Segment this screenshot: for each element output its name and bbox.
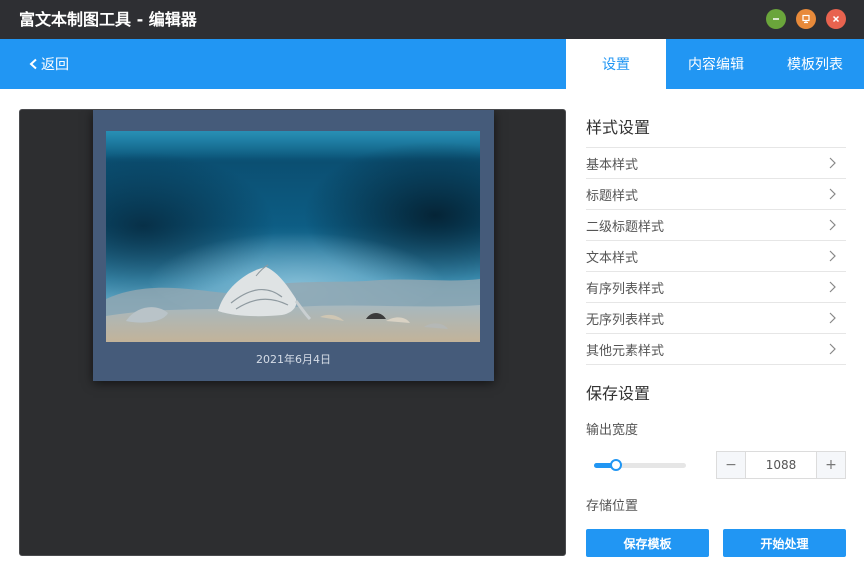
style-item-label: 有序列表样式	[586, 281, 665, 297]
start-processing-button[interactable]: 开始处理	[723, 529, 846, 557]
minimize-button[interactable]	[766, 9, 786, 29]
list-item[interactable]: 无序列表样式	[586, 303, 846, 334]
style-item-label: 无序列表样式	[586, 312, 665, 328]
list-item[interactable]: 其他元素样式	[586, 334, 846, 365]
chevron-right-icon	[829, 312, 836, 324]
save-settings-title: 保存设置	[586, 384, 651, 403]
list-item[interactable]: 文本样式	[586, 241, 846, 272]
style-item-label: 二级标题样式	[586, 219, 665, 235]
output-width-label: 输出宽度	[586, 423, 639, 438]
list-item[interactable]: 基本样式	[586, 148, 846, 179]
preview-canvas: 2021年6月4日	[19, 109, 566, 556]
tab-settings[interactable]: 设置	[566, 39, 666, 89]
list-item[interactable]: 二级标题样式	[586, 210, 846, 241]
back-label: 返回	[41, 57, 69, 73]
width-input[interactable]	[746, 452, 816, 478]
list-item[interactable]: 标题样式	[586, 179, 846, 210]
increment-button[interactable]: +	[816, 452, 845, 478]
chevron-left-icon	[29, 58, 37, 70]
width-slider[interactable]	[594, 459, 686, 471]
maximize-icon	[802, 14, 810, 24]
chevron-right-icon	[829, 250, 836, 262]
style-list: 基本样式 标题样式 二级标题样式 文本样式 有序列表样式 无序列表样式 其他元素…	[586, 147, 846, 365]
back-button[interactable]: 返回	[29, 39, 69, 89]
style-item-label: 文本样式	[586, 250, 639, 266]
slider-thumb[interactable]	[610, 459, 622, 471]
style-item-label: 其他元素样式	[586, 343, 665, 359]
maximize-button[interactable]	[796, 9, 816, 29]
width-stepper: − +	[716, 451, 846, 479]
preview-image	[106, 131, 480, 342]
chevron-right-icon	[829, 188, 836, 200]
tab-template-list[interactable]: 模板列表	[766, 39, 864, 89]
close-icon	[832, 15, 840, 23]
title-bar: 富文本制图工具 - 编辑器	[0, 0, 864, 39]
style-item-label: 基本样式	[586, 157, 639, 173]
close-button[interactable]	[826, 9, 846, 29]
window-title: 富文本制图工具 - 编辑器	[19, 10, 197, 29]
chevron-right-icon	[829, 343, 836, 355]
minimize-icon	[773, 18, 779, 20]
style-item-label: 标题样式	[586, 188, 639, 204]
preview-date: 2021年6月4日	[256, 353, 331, 366]
tab-content-edit[interactable]: 内容编辑	[666, 39, 766, 89]
storage-location-label: 存储位置	[586, 499, 639, 514]
preview-card: 2021年6月4日	[93, 110, 494, 381]
app-header: 返回 设置 内容编辑 模板列表	[0, 39, 864, 89]
save-template-button[interactable]: 保存模板	[586, 529, 709, 557]
chevron-right-icon	[829, 157, 836, 169]
decrement-button[interactable]: −	[717, 452, 746, 478]
list-item[interactable]: 有序列表样式	[586, 272, 846, 303]
chevron-right-icon	[829, 281, 836, 293]
style-settings-title: 样式设置	[586, 118, 651, 137]
chevron-right-icon	[829, 219, 836, 231]
